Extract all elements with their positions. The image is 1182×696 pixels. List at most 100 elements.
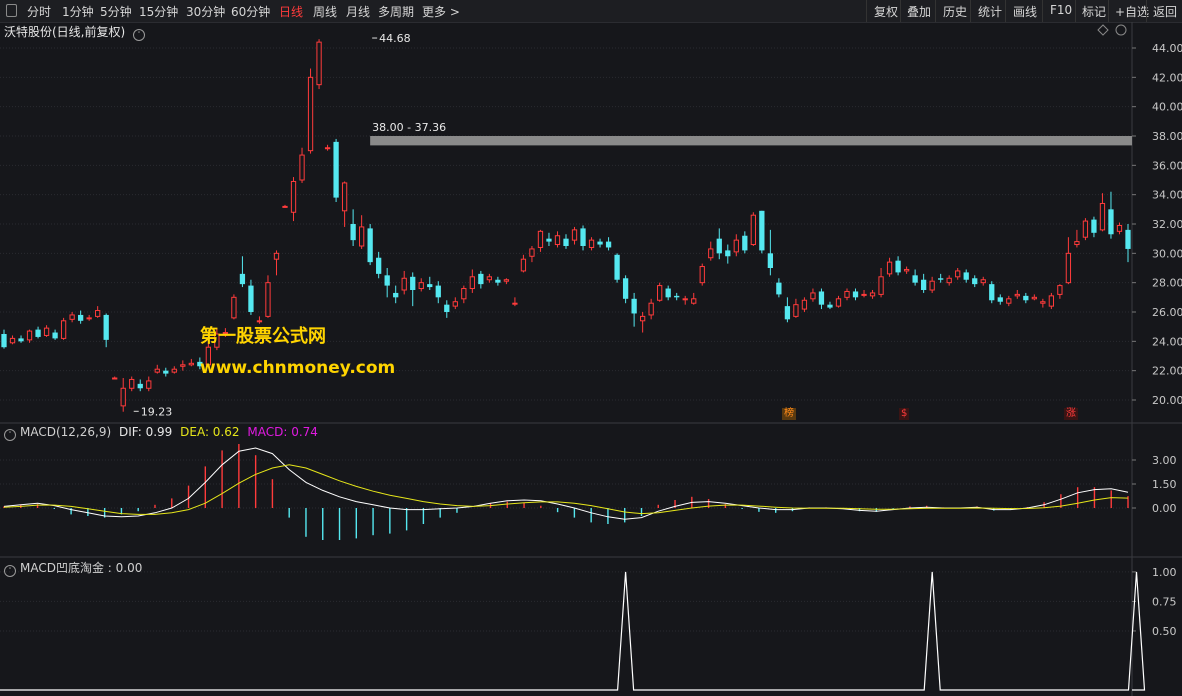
price-tick-label: 28.00 (1152, 277, 1182, 290)
toolbar-left-10[interactable]: 更多 > (422, 3, 460, 20)
toolbar-menu-icon[interactable] (6, 4, 17, 17)
candle-body (767, 253, 774, 268)
candle-body (146, 380, 152, 389)
macd-indicator-name: MACD(12,26,9) (20, 425, 112, 439)
candle-body (180, 364, 186, 367)
candle-body (648, 302, 654, 316)
candle-body (307, 76, 314, 152)
candle-body (1031, 296, 1037, 300)
toolbar-left-5[interactable]: 60分钟 (231, 3, 270, 20)
candle-body (605, 241, 612, 248)
signal-marker-1[interactable]: $ (899, 408, 910, 420)
candle-body (503, 279, 510, 282)
toolbar-left-2[interactable]: 5分钟 (100, 3, 132, 20)
toolbar-separator-4 (1005, 0, 1006, 22)
signal-panel-title: ˅ MACD凹底淘金 : 0.00 (4, 559, 142, 577)
candle-body (725, 250, 731, 257)
candle-body (1074, 241, 1080, 246)
candle-body (333, 141, 339, 198)
candle-body (384, 275, 390, 286)
candle-body (1057, 285, 1063, 295)
candle-body (691, 298, 697, 304)
candle-body (1082, 220, 1089, 238)
candle-body (163, 370, 169, 374)
candle-body (112, 377, 118, 380)
candle-body (18, 338, 24, 342)
candle-body (129, 378, 135, 389)
signal-tick-label: 1.00 (1152, 566, 1177, 579)
candle-body (980, 279, 986, 284)
dif-label: DIF: 0.99 (118, 425, 173, 439)
candle-body (26, 330, 33, 341)
candle-body (750, 214, 756, 246)
candle-body (537, 230, 544, 248)
candle-body (52, 332, 58, 339)
toolbar-right-1[interactable]: 叠加 (907, 3, 931, 20)
chart-canvas: 20.00 22.00 24.00 26.00 28.00 30.00 32.00 34.00… (0, 22, 1182, 696)
candle-body (1006, 298, 1012, 304)
toolbar-right-5[interactable]: F10 (1050, 3, 1072, 17)
candle-body (580, 228, 586, 246)
toolbar-right-6[interactable]: 标记 (1082, 3, 1106, 20)
toolbar-left-0[interactable]: 分时 (27, 3, 51, 20)
candle-body (929, 280, 935, 291)
toolbar-left-8[interactable]: 月线 (346, 3, 370, 20)
candle-body (989, 284, 995, 301)
candle-body (103, 314, 109, 340)
candle-body (1014, 293, 1020, 297)
candle-body (903, 268, 910, 272)
settings-icon (1115, 24, 1127, 36)
toolbar-left-1[interactable]: 1分钟 (62, 3, 94, 20)
macd-label: MACD: 0.74 (247, 425, 318, 439)
candle-body (1048, 295, 1055, 307)
candle-body (341, 182, 348, 212)
toolbar-right-8[interactable]: 返回 (1153, 3, 1177, 20)
toolbar-left-4[interactable]: 30分钟 (186, 3, 225, 20)
price-tick-label: 24.00 (1152, 335, 1182, 348)
macd-tick-label: 0.00 (1152, 502, 1177, 515)
candle-body (1099, 202, 1106, 231)
candle-body (512, 302, 518, 305)
dea-label: DEA: 0.62 (180, 425, 240, 439)
candle-body (1040, 301, 1046, 304)
candle-body (895, 260, 901, 273)
toolbar-right-7[interactable]: +自选 (1115, 3, 1149, 20)
price-tick-label: 34.00 (1152, 189, 1182, 202)
candle-body (486, 276, 493, 281)
candle-body (1125, 229, 1131, 249)
toolbar-right-4[interactable]: 画线 (1013, 3, 1037, 20)
candle-body (231, 296, 237, 319)
candle-body (597, 241, 603, 245)
chevron-down-icon[interactable]: ˅ (4, 429, 16, 441)
toolbar-left-9[interactable]: 多周期 (378, 3, 414, 20)
toolbar-right-2[interactable]: 历史 (943, 3, 967, 20)
candle-body (571, 229, 578, 241)
chevron-down-icon[interactable]: ˅ (4, 565, 16, 577)
price-tick-label: 38.00 (1152, 130, 1182, 143)
candle-body (137, 383, 143, 389)
candle-body (324, 147, 331, 150)
candle-body (367, 228, 373, 263)
candle-body (154, 368, 160, 373)
candle-body (43, 327, 50, 336)
toolbar-right-0[interactable]: 复权 (874, 3, 898, 20)
toolbar-left-7[interactable]: 周线 (313, 3, 337, 20)
toolbar-separator-1 (900, 0, 901, 22)
signal-marker-2[interactable]: 涨 (1064, 408, 1078, 420)
candle-body (759, 210, 765, 251)
toolbar-left-6[interactable]: 日线 (279, 3, 303, 20)
candle-body (265, 282, 271, 317)
candle-body (810, 292, 816, 300)
candle-body (955, 270, 961, 278)
signal-marker-0[interactable]: 榜 (782, 408, 796, 420)
candle-body (588, 239, 595, 248)
toolbar-separator-6 (1075, 0, 1076, 22)
toolbar-left-3[interactable]: 15分钟 (139, 3, 178, 20)
candle-body (358, 226, 365, 247)
candle-body (77, 314, 84, 321)
candle-body (461, 288, 467, 300)
candle-body (418, 282, 424, 290)
candle-body (861, 293, 867, 296)
candle-body (733, 239, 739, 253)
toolbar-right-3[interactable]: 统计 (978, 3, 1002, 20)
